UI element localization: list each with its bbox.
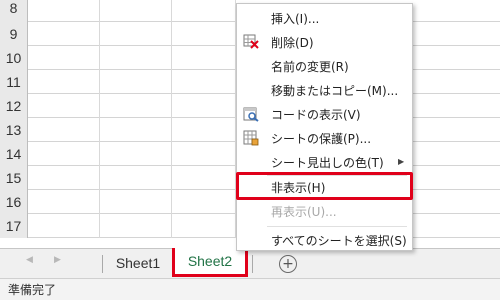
cell[interactable] xyxy=(100,118,172,142)
cell[interactable] xyxy=(100,0,172,22)
menu-item-view-code[interactable]: コードの表示(V) xyxy=(237,103,412,125)
menu-separator xyxy=(267,226,407,227)
cell[interactable] xyxy=(28,166,100,190)
scroll-tabs-right-icon[interactable]: ▶ xyxy=(54,255,61,265)
status-text: 準備完了 xyxy=(8,283,57,297)
protect-sheet-icon xyxy=(243,130,259,146)
status-bar: 準備完了 xyxy=(0,278,500,300)
cell[interactable] xyxy=(172,46,236,70)
cell[interactable] xyxy=(28,118,100,142)
cell[interactable] xyxy=(172,94,236,118)
menu-item-tab-color[interactable]: シート見出しの色(T) ▶ xyxy=(237,151,412,173)
cell[interactable] xyxy=(172,214,236,238)
cell[interactable] xyxy=(28,70,100,94)
row-header-14[interactable]: 14 xyxy=(0,142,28,166)
row-header-13[interactable]: 13 xyxy=(0,118,28,142)
row-header-9[interactable]: 9 xyxy=(0,22,28,46)
submenu-arrow-icon: ▶ xyxy=(398,157,405,166)
cell[interactable] xyxy=(172,118,236,142)
row-header-10[interactable]: 10 xyxy=(0,46,28,70)
row-header-11[interactable]: 11 xyxy=(0,70,28,94)
menu-item-label: すべてのシートを選択(S) xyxy=(271,233,407,248)
sheet-tab-bar: ◀ ▶ Sheet1 Sheet2 + xyxy=(0,248,500,278)
row-header-12[interactable]: 12 xyxy=(0,94,28,118)
cell[interactable] xyxy=(100,190,172,214)
cell[interactable] xyxy=(100,214,172,238)
menu-item-move-or-copy[interactable]: 移動またはコピー(M)... xyxy=(237,79,412,101)
cell[interactable] xyxy=(100,22,172,46)
cell[interactable] xyxy=(28,142,100,166)
cell[interactable] xyxy=(28,22,100,46)
menu-item-select-all-sheets[interactable]: すべてのシートを選択(S) xyxy=(237,229,412,251)
menu-item-label: コードの表示(V) xyxy=(271,107,361,122)
plus-icon: + xyxy=(282,256,294,272)
menu-item-rename[interactable]: 名前の変更(R) xyxy=(237,55,412,77)
cell[interactable] xyxy=(28,214,100,238)
menu-item-label: シートの保護(P)... xyxy=(271,131,372,146)
tab-sheet1[interactable]: Sheet1 xyxy=(106,249,170,277)
cell[interactable] xyxy=(172,142,236,166)
cell[interactable] xyxy=(172,190,236,214)
menu-item-unhide: 再表示(U)... xyxy=(237,200,412,222)
cell[interactable] xyxy=(172,22,236,46)
cell[interactable] xyxy=(28,46,100,70)
menu-item-label: 移動またはコピー(M)... xyxy=(271,83,399,98)
menu-item-label: シート見出しの色(T) xyxy=(271,155,384,170)
cell[interactable] xyxy=(100,142,172,166)
delete-sheet-icon xyxy=(243,34,259,49)
cell[interactable] xyxy=(172,70,236,94)
cell[interactable] xyxy=(28,190,100,214)
highlight-annotation xyxy=(236,172,413,200)
cell[interactable] xyxy=(100,46,172,70)
menu-item-protect-sheet[interactable]: シートの保護(P)... xyxy=(237,127,412,149)
cell[interactable] xyxy=(100,70,172,94)
tab-divider xyxy=(252,255,253,273)
menu-item-label: 再表示(U)... xyxy=(271,204,337,219)
row-header-8[interactable]: 8 xyxy=(0,0,28,22)
menu-item-delete[interactable]: 削除(D) xyxy=(237,31,412,53)
row-header-16[interactable]: 16 xyxy=(0,190,28,214)
cell[interactable] xyxy=(28,0,100,22)
sheet-context-menu: 挿入(I)... 削除(D) 名前の変更(R) 移動またはコピー(M)... コ… xyxy=(236,3,413,251)
cell[interactable] xyxy=(100,166,172,190)
menu-item-label: 挿入(I)... xyxy=(271,11,320,26)
row-header-17[interactable]: 17 xyxy=(0,214,28,238)
row-header-15[interactable]: 15 xyxy=(0,166,28,190)
tab-sheet2[interactable]: Sheet2 xyxy=(172,248,248,277)
view-code-icon xyxy=(243,107,259,122)
menu-item-label: 削除(D) xyxy=(271,35,314,50)
scroll-tabs-left-icon[interactable]: ◀ xyxy=(26,255,33,265)
cell[interactable] xyxy=(172,166,236,190)
add-sheet-button[interactable]: + xyxy=(279,255,297,273)
menu-item-insert[interactable]: 挿入(I)... xyxy=(237,7,412,29)
cell[interactable] xyxy=(172,0,236,22)
cell[interactable] xyxy=(100,94,172,118)
tab-divider xyxy=(102,255,103,273)
cell[interactable] xyxy=(28,94,100,118)
menu-item-label: 名前の変更(R) xyxy=(271,59,349,74)
